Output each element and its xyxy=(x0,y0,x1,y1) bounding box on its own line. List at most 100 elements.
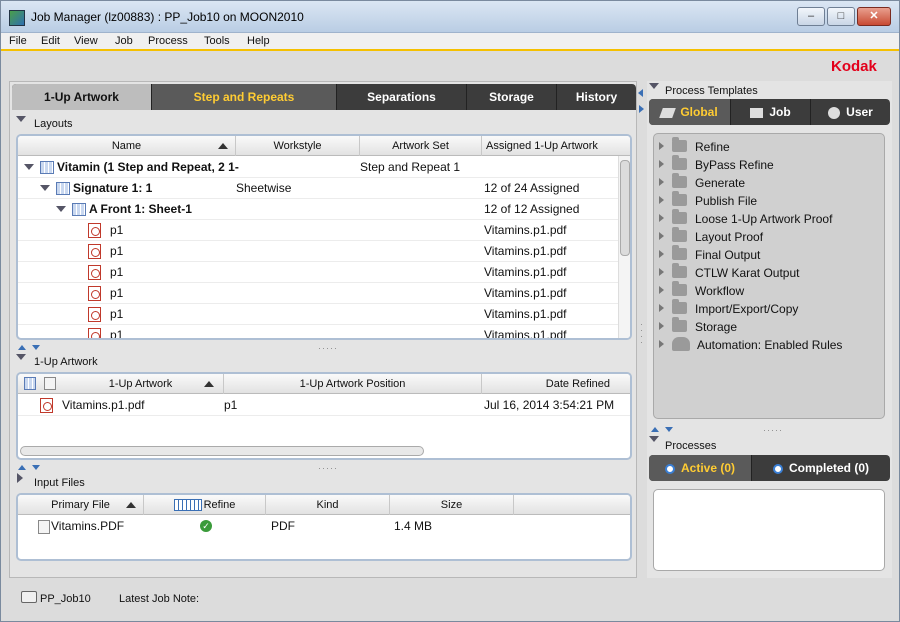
table-row[interactable]: p1 Vitamins.p1.pdf xyxy=(18,241,630,262)
template-item[interactable]: Publish File xyxy=(654,191,884,210)
collapse-templates-icon[interactable] xyxy=(649,83,659,89)
col-refine[interactable]: Refine xyxy=(144,495,266,515)
expand-input-files-icon[interactable] xyxy=(17,473,23,483)
tab-job[interactable]: Job xyxy=(731,99,811,125)
processes-list xyxy=(653,489,885,571)
tab-step-and-repeats[interactable]: Step and Repeats xyxy=(152,84,337,110)
col-workstyle[interactable]: Workstyle xyxy=(236,136,360,156)
table-row[interactable]: Vitamins.PDF ✓ PDF 1.4 MB xyxy=(18,516,630,537)
col-kind[interactable]: Kind xyxy=(266,495,390,515)
move-up-icon[interactable] xyxy=(18,345,26,350)
minimize-button[interactable]: – xyxy=(797,7,825,26)
template-item[interactable]: ByPass Refine xyxy=(654,155,884,174)
doc-view-icon[interactable] xyxy=(44,377,56,390)
menu-process[interactable]: Process xyxy=(148,35,188,47)
collapse-left-icon[interactable] xyxy=(638,89,643,97)
view-icon[interactable] xyxy=(24,377,36,390)
template-item[interactable]: Storage xyxy=(654,317,884,336)
refined-check-icon: ✓ xyxy=(200,520,212,532)
collapse-layouts-icon[interactable] xyxy=(16,116,26,122)
expand-icon[interactable] xyxy=(659,286,664,294)
template-item[interactable]: CTLW Karat Output xyxy=(654,263,884,282)
menu-job[interactable]: Job xyxy=(115,35,133,47)
expand-icon[interactable] xyxy=(40,185,50,191)
tab-separations[interactable]: Separations xyxy=(337,84,467,110)
move-down-icon[interactable] xyxy=(665,427,673,432)
expand-icon[interactable] xyxy=(659,196,664,204)
row-name: p1 xyxy=(110,307,124,321)
template-item[interactable]: Import/Export/Copy xyxy=(654,299,884,318)
layouts-scrollbar[interactable] xyxy=(618,156,630,338)
table-row[interactable]: A Front 1: Sheet-1 12 of 12 Assigned xyxy=(18,199,630,220)
template-item[interactable]: Generate xyxy=(654,173,884,192)
menu-edit[interactable]: Edit xyxy=(41,35,60,47)
collapse-processes-icon[interactable] xyxy=(649,436,659,442)
menu-view[interactable]: View xyxy=(74,35,98,47)
col-assigned[interactable]: Assigned 1-Up Artwork F xyxy=(482,136,607,156)
expand-icon[interactable] xyxy=(659,322,664,330)
table-row[interactable]: p1 Vitamins.p1.pdf xyxy=(18,220,630,241)
template-item[interactable]: Final Output xyxy=(654,245,884,264)
artwork-label: 1-Up Artwork xyxy=(34,356,98,368)
menu-tools[interactable]: Tools xyxy=(204,35,230,47)
expand-icon[interactable] xyxy=(659,250,664,258)
maximize-button[interactable]: □ xyxy=(827,7,855,26)
table-row[interactable]: Signature 1: 1 Sheetwise 12 of 24 Assign… xyxy=(18,178,630,199)
move-up-icon[interactable] xyxy=(651,427,659,432)
expand-icon[interactable] xyxy=(659,304,664,312)
horizontal-scrollbar[interactable] xyxy=(20,446,424,456)
table-row[interactable]: Vitamins.p1.pdf p1 Jul 16, 2014 3:54:21 … xyxy=(18,395,630,416)
col-artwork-set[interactable]: Artwork Set xyxy=(360,136,482,156)
move-down-icon[interactable] xyxy=(32,465,40,470)
tab-user[interactable]: User xyxy=(811,99,890,125)
table-row[interactable]: p1 Vitamins.p1.pdf xyxy=(18,262,630,283)
move-up-icon[interactable] xyxy=(18,465,26,470)
template-item[interactable]: Loose 1-Up Artwork Proof xyxy=(654,209,884,228)
expand-icon[interactable] xyxy=(659,214,664,222)
user-icon xyxy=(828,106,841,119)
row-assigned: Vitamins.p1.pdf xyxy=(484,244,567,258)
template-item[interactable]: Automation: Enabled Rules xyxy=(654,336,884,354)
expand-icon[interactable] xyxy=(659,232,664,240)
expand-icon[interactable] xyxy=(659,142,664,150)
col-size[interactable]: Size xyxy=(390,495,514,515)
expand-icon[interactable] xyxy=(56,206,66,212)
menu-help[interactable]: Help xyxy=(247,35,270,47)
row-file: Vitamins.p1.pdf xyxy=(62,398,145,412)
table-row[interactable]: p1 Vitamins.p1.pdf xyxy=(18,325,630,338)
row-assigned: Vitamins.p1.pdf xyxy=(484,286,567,300)
tab-1up-artwork[interactable]: 1-Up Artwork xyxy=(12,84,152,110)
pdf-icon xyxy=(88,328,101,338)
splitter-grip[interactable]: ····· xyxy=(318,343,338,353)
template-item[interactable]: Layout Proof xyxy=(654,227,884,246)
tab-completed-processes[interactable]: Completed (0) xyxy=(752,455,890,481)
col-artwork-position[interactable]: 1-Up Artwork Position xyxy=(224,374,482,394)
row-assigned: 12 of 24 Assigned xyxy=(484,181,580,195)
move-down-icon[interactable] xyxy=(32,345,40,350)
splitter-grip[interactable]: ····· xyxy=(763,425,783,435)
expand-icon[interactable] xyxy=(659,268,664,276)
scrollbar-thumb[interactable] xyxy=(620,160,630,256)
tab-active-processes[interactable]: Active (0) xyxy=(649,455,752,481)
expand-icon[interactable] xyxy=(659,178,664,186)
row-assigned: Vitamins.p1.pdf xyxy=(484,265,567,279)
table-row[interactable]: p1 Vitamins.p1.pdf xyxy=(18,283,630,304)
collapse-right-icon[interactable] xyxy=(639,105,644,113)
template-item[interactable]: Workflow xyxy=(654,281,884,300)
splitter-grip[interactable]: ····· xyxy=(318,463,338,473)
tab-global[interactable]: Global xyxy=(649,99,731,125)
table-row[interactable]: Vitamin (1 Step and Repeat, 2 1- Step an… xyxy=(18,157,630,178)
collapse-artwork-icon[interactable] xyxy=(16,354,26,360)
tab-history[interactable]: History xyxy=(557,84,636,110)
table-row[interactable]: p1 Vitamins.p1.pdf xyxy=(18,304,630,325)
vertical-splitter-grip[interactable]: · · · · xyxy=(640,320,644,347)
close-button[interactable]: ✕ xyxy=(857,7,891,26)
menu-file[interactable]: File xyxy=(9,35,27,47)
expand-icon[interactable] xyxy=(659,160,664,168)
expand-icon[interactable] xyxy=(24,164,34,170)
tab-storage[interactable]: Storage xyxy=(467,84,557,110)
col-name[interactable]: Name xyxy=(18,136,236,156)
template-item[interactable]: Refine xyxy=(654,137,884,156)
expand-icon[interactable] xyxy=(659,340,664,348)
col-date-refined[interactable]: Date Refined xyxy=(482,374,630,394)
